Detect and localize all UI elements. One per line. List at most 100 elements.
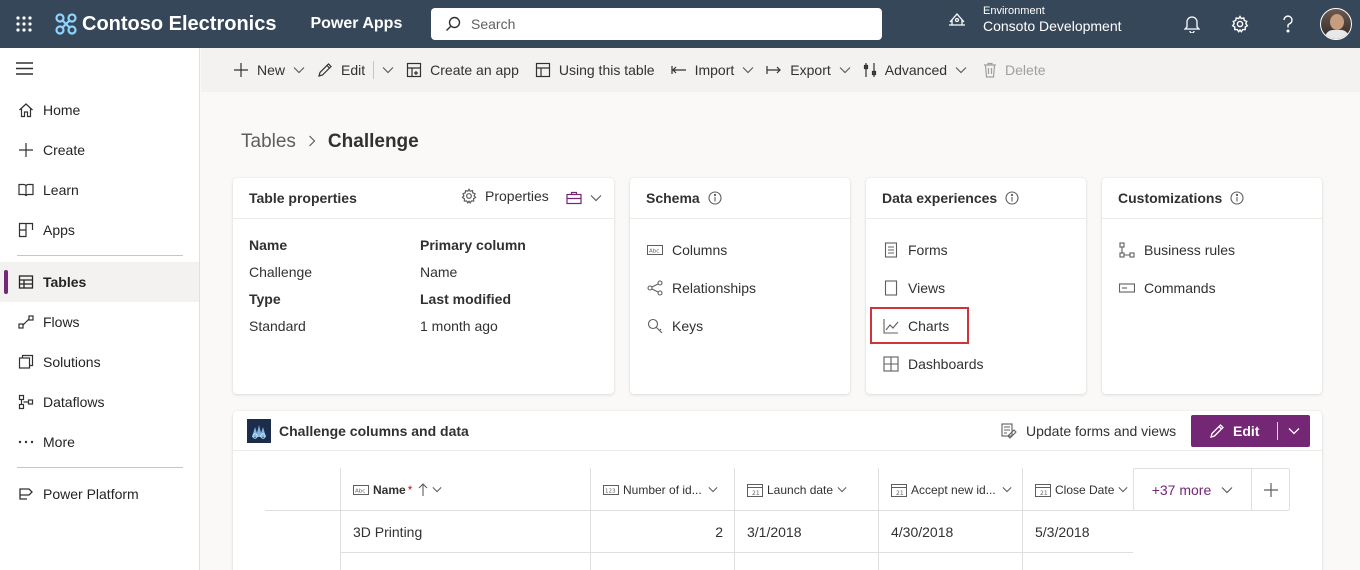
sidebar-item-home[interactable]: Home [0,90,199,130]
table-cell[interactable]: 2 [590,524,723,540]
app-name[interactable]: Power Apps [310,15,402,33]
views-label: Views [908,280,946,296]
flow-icon [17,313,35,331]
sidebar-item-label: Learn [43,182,79,198]
key-icon [646,317,664,335]
bell-icon[interactable] [1180,12,1204,36]
info-icon[interactable] [1005,191,1019,205]
primary-column-value: Name [420,264,458,280]
info-icon[interactable] [708,191,722,205]
app-launcher-icon[interactable] [0,0,48,48]
business-rules-link[interactable]: Business rules [1118,241,1235,259]
chevron-down-icon [839,66,851,74]
environment-name: Consoto Development [983,17,1122,34]
properties-button[interactable]: Properties [461,188,549,204]
create-app-icon [406,62,422,78]
column-header-name[interactable]: Abc Name * [353,468,442,511]
update-forms-icon [1001,423,1017,439]
tools-dropdown[interactable] [566,191,602,205]
export-button[interactable]: Export [766,62,851,78]
using-table-button[interactable]: Using this table [535,62,655,78]
number-column-icon: 123 [603,484,619,496]
forms-link[interactable]: Forms [882,241,948,259]
sidebar-item-learn[interactable]: Learn [0,170,199,210]
table-cell[interactable]: 3D Printing [353,524,422,540]
sidebar-item-label: Flows [43,314,80,330]
sidebar-item-label: Solutions [43,354,101,370]
using-table-label: Using this table [558,62,655,78]
chevron-down-icon [590,194,602,202]
sidebar-item-create[interactable]: Create [0,130,199,170]
import-label: Import [694,62,735,78]
columns-link[interactable]: Abc Columns [646,241,727,259]
sidebar-item-tables[interactable]: Tables [0,262,199,302]
chevron-down-icon[interactable] [1278,427,1310,435]
search-box[interactable]: Search [431,8,882,40]
table-cell[interactable]: 4/30/2018 [891,524,953,540]
business-rule-icon [1118,241,1136,259]
breadcrumb-tables-link[interactable]: Tables [241,131,296,153]
sidebar-item-flows[interactable]: Flows [0,302,199,342]
new-button[interactable]: New [233,62,305,78]
more-columns-button[interactable]: +37 more [1134,482,1251,498]
advanced-icon [863,62,877,78]
sidebar-item-power-platform[interactable]: Power Platform [0,474,199,514]
commands-link[interactable]: Commands [1118,279,1216,297]
search-icon [446,16,461,31]
breadcrumb: Tables Challenge [241,131,419,153]
dashboards-link[interactable]: Dashboards [882,355,984,373]
chevron-down-icon [955,66,967,74]
edit-data-label: Edit [1233,423,1260,439]
table-cell[interactable]: 5/3/2018 [1035,524,1090,540]
help-icon[interactable] [1276,12,1300,36]
hamburger-icon[interactable] [16,62,33,78]
import-button[interactable]: Import [670,62,755,78]
more-columns-control: +37 more [1133,468,1290,511]
delete-button[interactable]: Delete [983,62,1046,78]
chevron-down-icon [432,486,442,493]
info-icon[interactable] [1230,191,1244,205]
avatar[interactable] [1320,8,1352,40]
advanced-button[interactable]: Advanced [863,62,967,78]
sidebar-item-more[interactable]: More [0,422,199,462]
views-link[interactable]: Views [882,279,945,297]
type-value: Standard [249,318,306,334]
sidebar-item-solutions[interactable]: Solutions [0,342,199,382]
svg-text:Abc: Abc [649,249,659,255]
sidebar-item-dataflows[interactable]: Dataflows [0,382,199,422]
sidebar-divider [17,467,183,468]
environment-icon [949,13,965,27]
column-header-launch-date[interactable]: 21 Launch date [747,468,847,511]
brand[interactable]: Contoso Electronics [54,12,276,36]
column-header-number-ideas[interactable]: 123 Number of id... [603,468,718,511]
edit-label: Edit [341,62,366,78]
environment-picker[interactable]: Environment Consoto Development [948,5,1122,34]
sidebar-item-apps[interactable]: Apps [0,210,199,250]
edit-button[interactable]: Edit [317,62,365,78]
required-marker: * [407,482,413,497]
gear-icon[interactable] [1228,12,1252,36]
sidebar: Home Create Learn Apps Tables Flows Solu… [0,48,200,570]
charts-highlight [870,307,969,344]
column-header-accept-new-ideas[interactable]: 21 Accept new id... [891,468,1012,511]
dataflow-icon [17,393,35,411]
svg-text:21: 21 [752,490,760,497]
chevron-down-icon [382,66,394,74]
update-forms-views-button[interactable]: Update forms and views [1001,423,1176,439]
relationships-link[interactable]: Relationships [646,279,756,297]
column-header-close-date[interactable]: 21 Close Date [1035,468,1128,511]
table-cell[interactable]: 3/1/2018 [747,524,802,540]
apps-icon [17,221,35,239]
relationships-icon [646,279,664,297]
table-properties-card: Table properties Properties Name Challen… [233,178,614,394]
book-icon [17,181,35,199]
edit-data-button[interactable]: Edit [1191,415,1310,447]
primary-column-label: Primary column [420,237,526,253]
card-title: Customizations [1118,190,1223,206]
create-app-button[interactable]: Create an app [406,62,519,78]
keys-link[interactable]: Keys [646,317,703,335]
edit-dropdown-button[interactable] [382,66,394,74]
columns-label: Columns [672,242,728,258]
add-column-button[interactable] [1252,482,1289,498]
view-icon [882,279,900,297]
